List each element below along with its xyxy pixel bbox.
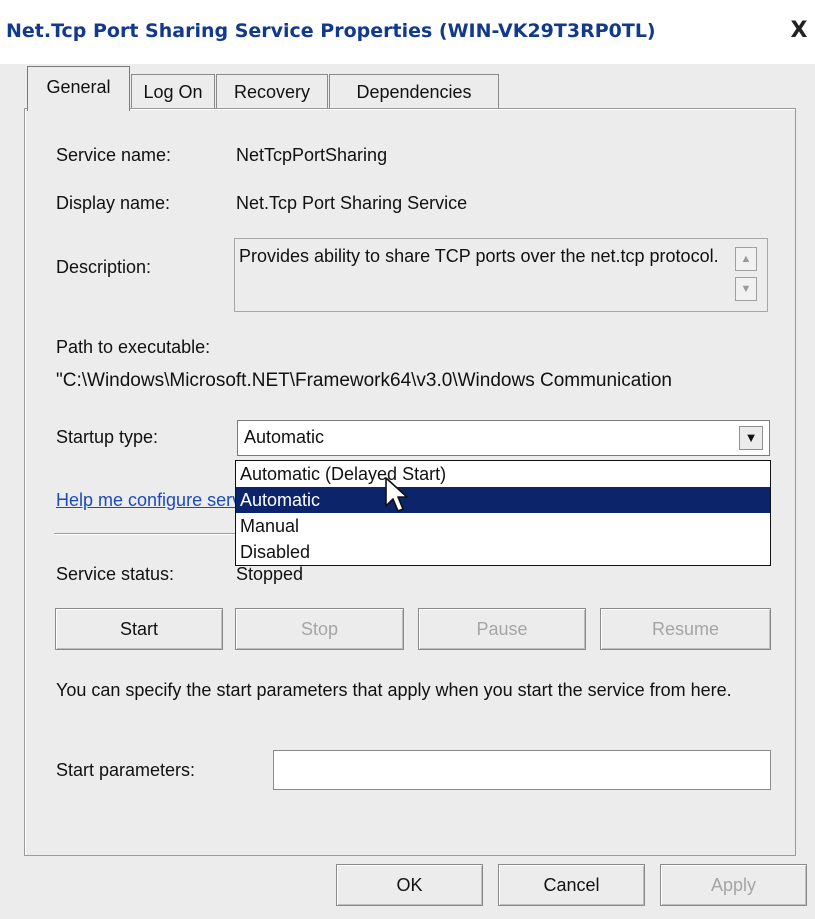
window-title: Net.Tcp Port Sharing Service Properties … xyxy=(6,20,656,42)
option-automatic[interactable]: Automatic xyxy=(236,487,770,513)
title-bar[interactable]: Net.Tcp Port Sharing Service Properties … xyxy=(0,0,815,64)
option-automatic-delayed[interactable]: Automatic (Delayed Start) xyxy=(236,461,770,487)
startup-type-select[interactable]: Automatic ▼ xyxy=(237,420,770,456)
divider xyxy=(54,533,235,535)
service-name-label: Service name: xyxy=(56,145,172,165)
cancel-button[interactable]: Cancel xyxy=(498,864,645,906)
service-properties-dialog: Net.Tcp Port Sharing Service Properties … xyxy=(0,0,815,919)
service-status-value: Stopped xyxy=(236,564,304,584)
description-label: Description: xyxy=(56,257,152,277)
tab-recovery[interactable]: Recovery xyxy=(216,74,328,109)
start-button[interactable]: Start xyxy=(55,608,223,650)
startup-type-label: Startup type: xyxy=(56,427,159,447)
tab-log-on[interactable]: Log On xyxy=(131,74,215,109)
path-label: Path to executable: xyxy=(56,337,211,357)
start-params-input[interactable] xyxy=(273,750,771,790)
resume-button[interactable]: Resume xyxy=(600,608,771,650)
description-box[interactable]: Provides ability to share TCP ports over… xyxy=(234,238,768,312)
start-params-label: Start parameters: xyxy=(56,760,196,780)
path-value: "C:\Windows\Microsoft.NET\Framework64\v3… xyxy=(56,370,672,391)
service-name-value: NetTcpPortSharing xyxy=(236,145,388,165)
scroll-down-icon[interactable]: ▼ xyxy=(735,277,757,301)
service-status-label: Service status: xyxy=(56,564,175,584)
close-icon[interactable]: X xyxy=(786,16,812,46)
pause-button[interactable]: Pause xyxy=(418,608,586,650)
apply-button[interactable]: Apply xyxy=(660,864,807,906)
tab-general[interactable]: General xyxy=(27,66,130,111)
option-disabled[interactable]: Disabled xyxy=(236,539,770,565)
stop-button[interactable]: Stop xyxy=(235,608,404,650)
description-text: Provides ability to share TCP ports over… xyxy=(239,246,719,266)
display-name-label: Display name: xyxy=(56,193,171,213)
startup-type-value: Automatic xyxy=(244,427,325,447)
scroll-up-icon[interactable]: ▲ xyxy=(735,247,757,271)
tab-dependencies[interactable]: Dependencies xyxy=(329,74,499,109)
chevron-down-icon[interactable]: ▼ xyxy=(739,426,763,450)
option-manual[interactable]: Manual xyxy=(236,513,770,539)
mouse-pointer-icon xyxy=(385,477,408,512)
display-name-value: Net.Tcp Port Sharing Service xyxy=(236,193,468,213)
start-params-info: You can specify the start parameters tha… xyxy=(56,680,732,700)
startup-type-dropdown[interactable]: Automatic (Delayed Start) Automatic Manu… xyxy=(235,460,771,566)
ok-button[interactable]: OK xyxy=(336,864,483,906)
